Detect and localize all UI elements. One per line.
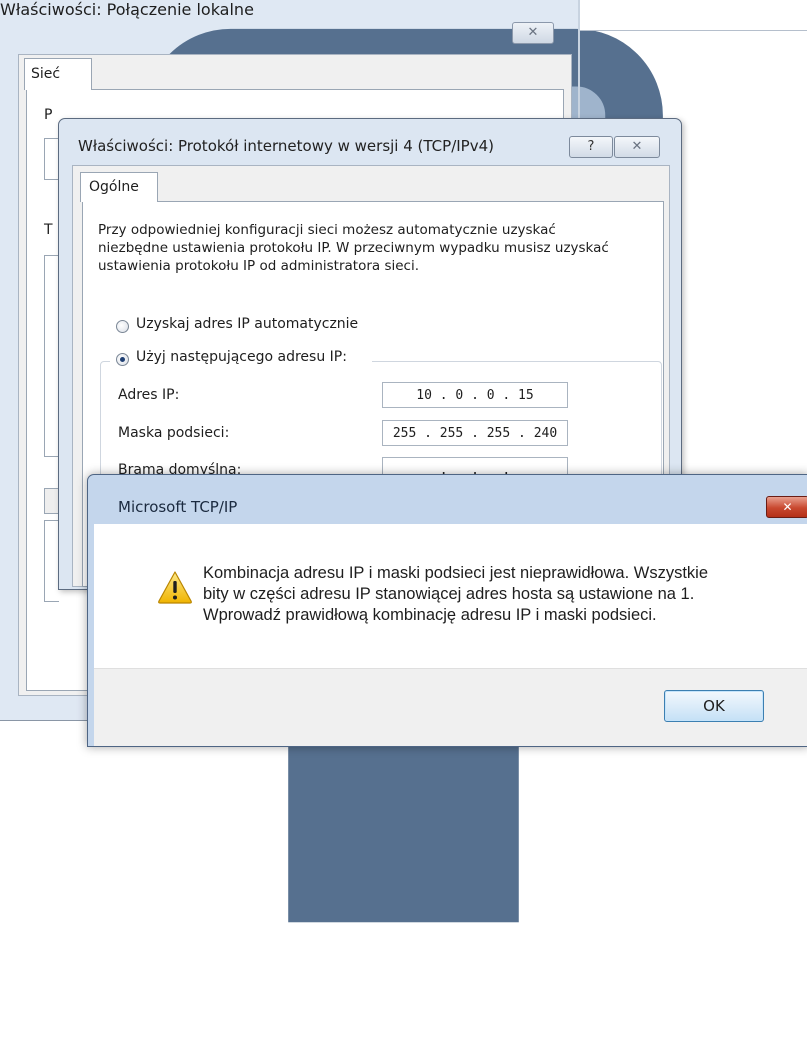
window-title: Właściwości: Protokół internetowy w wers… (78, 137, 495, 155)
tab-general[interactable]: Ogólne (80, 172, 158, 202)
error-message-line: bity w części adresu IP stanowiącej adre… (203, 585, 695, 603)
button-fragment (44, 488, 59, 514)
label-fragment: T (44, 222, 53, 238)
radio-auto-label[interactable]: Uzyskaj adres IP automatycznie (136, 316, 358, 332)
ip-address-input[interactable]: 10 . 0 . 0 . 15 (382, 382, 568, 408)
tab-network[interactable]: Sieć (24, 58, 92, 90)
close-button[interactable]: ✕ (766, 496, 807, 518)
window-title: Właściwości: Połączenie lokalne (0, 0, 254, 19)
list-fragment (44, 255, 59, 457)
groupbox-fragment (44, 520, 59, 602)
ok-button[interactable]: OK (664, 690, 764, 722)
ip-address-label: Adres IP: (118, 387, 180, 403)
warning-icon (158, 571, 192, 604)
close-button[interactable]: ✕ (614, 136, 660, 158)
error-message-line: Wprowadź prawidłową kombinację adresu IP… (203, 606, 657, 624)
subnet-mask-input[interactable]: 255 . 255 . 255 . 240 (382, 420, 568, 446)
help-button[interactable]: ? (569, 136, 613, 158)
label-fragment: P (44, 107, 53, 123)
description-text: Przy odpowiedniej konfiguracji sieci moż… (98, 222, 609, 274)
error-dialog-title: Microsoft TCP/IP (118, 498, 238, 516)
error-message-line: Kombinacja adresu IP i maski podsieci je… (203, 564, 708, 582)
background-window-edge (580, 0, 807, 31)
field-fragment (44, 138, 59, 180)
radio-obtain-ip-automatically[interactable] (116, 320, 129, 333)
radio-manual-label[interactable]: Użyj następującego adresu IP: (136, 349, 347, 365)
radio-use-following-ip[interactable] (116, 353, 129, 366)
subnet-mask-label: Maska podsieci: (118, 425, 230, 441)
close-button[interactable]: ✕ (512, 22, 554, 44)
error-message: Kombinacja adresu IP i maski podsieci je… (203, 563, 773, 626)
